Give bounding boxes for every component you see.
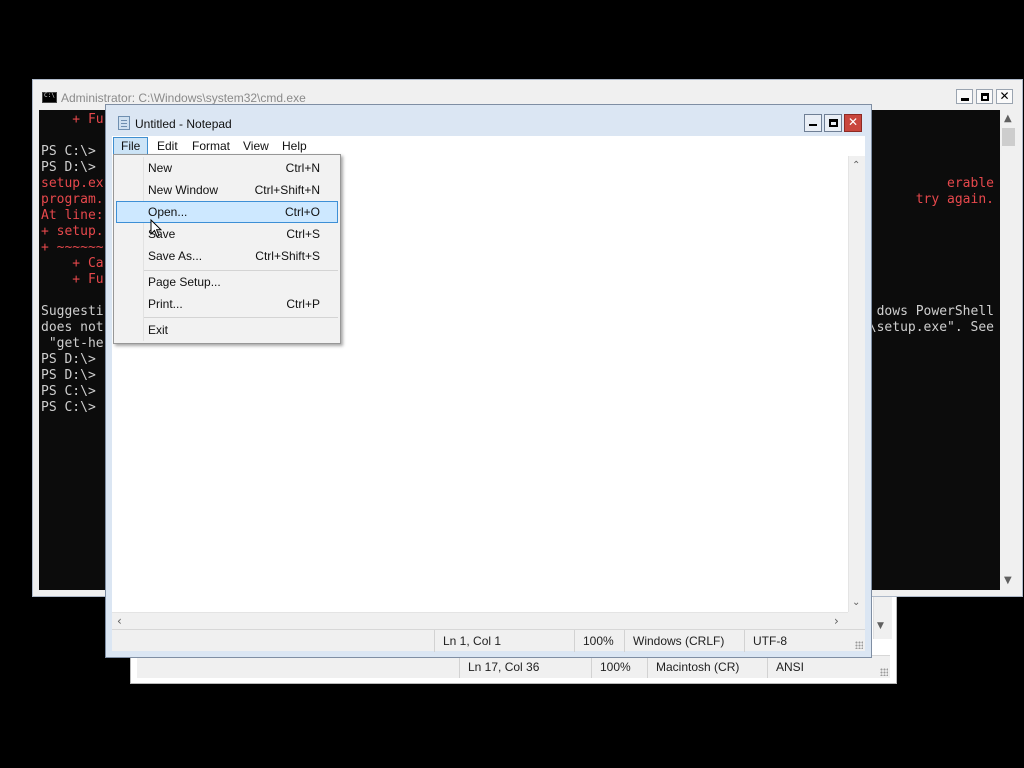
menu-edit[interactable]: Edit (150, 137, 185, 155)
console-line: + Fu (41, 112, 104, 127)
background-vertical-scrollbar[interactable]: ▼ (873, 591, 892, 639)
scroll-thumb[interactable] (1002, 128, 1015, 146)
status-position: Ln 1, Col 1 (434, 630, 574, 652)
menu-item-shortcut: Ctrl+Shift+S (255, 249, 320, 263)
status-bar: Ln 1, Col 1 100% Windows (CRLF) UTF-8 (112, 629, 865, 652)
console-line: PS C:\> (41, 400, 96, 415)
menu-item-label: Save As... (148, 249, 203, 263)
status-line-ending: Macintosh (CR) (647, 656, 767, 678)
console-line: Suggesti (41, 304, 104, 319)
menu-separator (144, 317, 338, 318)
console-icon (42, 92, 57, 103)
status-zoom: 100% (574, 630, 624, 652)
menu-format[interactable]: Format (185, 137, 237, 155)
console-line: + ~~~~~~ (41, 240, 104, 255)
menu-item-shortcut: Ctrl+N (285, 161, 320, 175)
console-line: PS D:\> (41, 352, 96, 367)
menu-file[interactable]: File (113, 137, 149, 155)
console-line: At line: (41, 208, 104, 223)
menu-help[interactable]: Help (275, 137, 314, 155)
console-line: PS D:\> (41, 160, 96, 175)
console-line: "get-he (41, 336, 104, 351)
scroll-left-arrow-icon[interactable]: ‹ (117, 615, 122, 627)
menu-item-exit[interactable]: Exit (116, 319, 338, 341)
console-line-tail: dows PowerShell (876, 304, 994, 319)
menu-item-shortcut: Ctrl+S (286, 227, 320, 241)
status-position: Ln 17, Col 36 (459, 656, 591, 678)
menu-item-shortcut: Ctrl+Shift+N (254, 183, 320, 197)
menu-item-shortcut: Ctrl+O (284, 205, 320, 219)
console-line: PS C:\> (41, 144, 96, 159)
menu-item-label: New (148, 161, 173, 175)
resize-grip-icon[interactable] (880, 668, 888, 676)
cmd-window-title: Administrator: C:\Windows\system32\cmd.e… (61, 91, 306, 105)
console-line: PS D:\> (41, 368, 96, 383)
console-line: program. (41, 192, 104, 207)
console-line-tail: \setup.exe". See (868, 320, 994, 335)
console-line: + setup. (41, 224, 104, 239)
menu-item-new[interactable]: New Ctrl+N (116, 157, 338, 179)
close-button[interactable]: ✕ (996, 89, 1013, 104)
notepad-vertical-scrollbar[interactable]: ⌃ ⌄ (848, 156, 865, 612)
console-line: + Fu (41, 272, 104, 287)
menu-bar: File Edit Format View Help (112, 136, 865, 156)
resize-grip-icon[interactable] (855, 641, 863, 649)
cmd-vertical-scrollbar[interactable]: ▲ ▼ (1000, 110, 1017, 590)
menu-item-label: New Window (148, 183, 219, 197)
console-line-tail: try again. (915, 192, 994, 207)
notepad-window-title: Untitled - Notepad (135, 117, 232, 131)
scroll-up-arrow-icon[interactable]: ▲ (1004, 114, 1012, 124)
menu-item-save-as[interactable]: Save As... Ctrl+Shift+S (116, 245, 338, 267)
notepad-icon (118, 116, 130, 130)
console-line: + Ca (41, 256, 104, 271)
menu-item-shortcut: Ctrl+P (286, 297, 320, 311)
background-status-bar: Ln 17, Col 36 100% Macintosh (CR) ANSI (137, 655, 890, 678)
menu-item-label: Print... (148, 297, 183, 311)
console-line: does not (41, 320, 104, 335)
close-button[interactable]: ✕ (844, 114, 862, 132)
mouse-pointer-icon (150, 219, 162, 238)
notepad-horizontal-scrollbar[interactable]: ‹ › (112, 612, 848, 629)
scroll-up-arrow-icon[interactable]: ⌃ (852, 161, 860, 171)
console-line-tail: erable (947, 176, 994, 191)
scroll-down-arrow-icon[interactable]: ▼ (1004, 576, 1012, 586)
status-line-ending: Windows (CRLF) (624, 630, 744, 652)
minimize-button[interactable] (804, 114, 822, 132)
notepad-title-bar[interactable]: Untitled - Notepad ✕ (106, 105, 871, 137)
scroll-down-arrow-icon[interactable]: ▼ (877, 621, 884, 631)
status-encoding: ANSI (767, 656, 867, 678)
status-zoom: 100% (591, 656, 647, 678)
file-menu-dropdown: New Ctrl+N New Window Ctrl+Shift+N Open.… (113, 154, 341, 344)
scroll-down-arrow-icon[interactable]: ⌄ (852, 598, 860, 608)
console-line: setup.ex (41, 176, 104, 191)
maximize-button[interactable] (976, 89, 993, 104)
menu-item-print[interactable]: Print... Ctrl+P (116, 293, 338, 315)
menu-item-label: Exit (148, 323, 169, 337)
menu-item-new-window[interactable]: New Window Ctrl+Shift+N (116, 179, 338, 201)
menu-item-page-setup[interactable]: Page Setup... (116, 271, 338, 293)
menu-view[interactable]: View (236, 137, 276, 155)
scroll-right-arrow-icon[interactable]: › (834, 615, 839, 627)
minimize-button[interactable] (956, 89, 973, 104)
console-line: PS C:\> (41, 384, 96, 399)
scrollbar-corner (848, 612, 865, 629)
status-encoding: UTF-8 (744, 630, 854, 652)
maximize-button[interactable] (824, 114, 842, 132)
menu-item-label: Page Setup... (148, 275, 221, 289)
